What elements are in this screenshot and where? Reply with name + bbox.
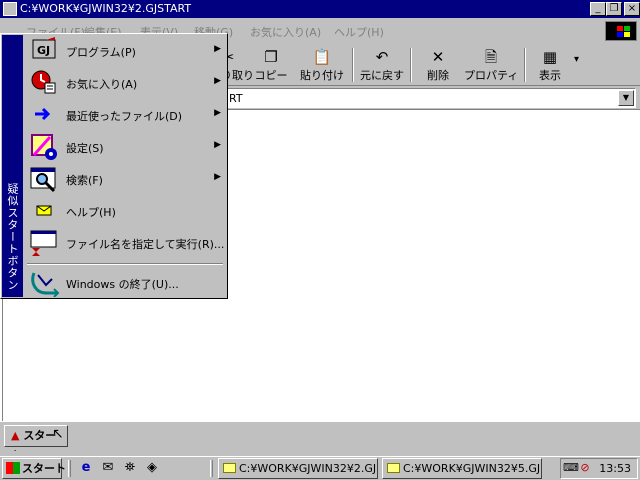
toolbar-grip[interactable]	[210, 460, 213, 477]
taskbar: スタート e ✉ ⛯ ◈ C:¥WORK¥GJWIN32¥2.GJ... C:¥…	[0, 456, 640, 480]
submenu-arrow-icon: ▶	[214, 76, 221, 86]
start-menu-banner: 疑似スタートボタン	[2, 35, 23, 297]
view-button[interactable]: ▦ 表示	[530, 46, 570, 84]
start-menu-separator	[27, 263, 223, 265]
address-dropdown-button[interactable]: ▼	[618, 90, 634, 106]
taskbar-window-5gj[interactable]: C:¥WORK¥GJWIN32¥5.GJ...	[382, 458, 542, 479]
taskbar-window-2gj[interactable]: C:¥WORK¥GJWIN32¥2.GJ...	[218, 458, 378, 479]
paste-icon: 📋	[312, 48, 332, 66]
help-icon	[30, 197, 58, 225]
address-value: RT	[229, 92, 243, 105]
documents-icon	[30, 101, 58, 129]
copy-icon: ❐	[264, 48, 278, 66]
outlook-express-icon[interactable]: ✉	[100, 460, 116, 476]
start-button[interactable]: スタート	[2, 458, 66, 479]
toolbar-grip[interactable]	[68, 460, 71, 477]
shutdown-icon	[30, 269, 60, 298]
run-icon	[30, 229, 58, 257]
system-tray: ⌨ ⊘ 13:53	[560, 458, 638, 479]
title-bar[interactable]: C:¥WORK¥GJWIN32¥2.GJSTART _ ❐ ×	[0, 0, 640, 18]
menu-help[interactable]: ヘルプ(H)	[334, 24, 384, 40]
start-menu: 疑似スタートボタン GJ プログラム(P) ▶ お気に入り(A) ▶ 最近使った…	[0, 33, 228, 299]
toolbar-separator	[524, 48, 526, 82]
find-icon	[30, 165, 58, 193]
triangle-up-icon: ▲	[11, 429, 20, 442]
svg-text:GJ: GJ	[37, 44, 50, 57]
clock[interactable]: 13:53	[599, 462, 631, 475]
menu-item-settings[interactable]: 設定(S) ▶	[25, 131, 225, 163]
window-title: C:¥WORK¥GJWIN32¥2.GJSTART	[20, 2, 192, 15]
toolbar-separator	[352, 48, 354, 82]
windows-logo-icon	[605, 21, 637, 41]
view-dropdown-icon[interactable]: ▾	[574, 54, 579, 65]
close-button[interactable]: ×	[624, 2, 640, 16]
submenu-arrow-icon: ▶	[214, 108, 221, 118]
maximize-button[interactable]: ❐	[606, 2, 622, 16]
windows-flag-icon	[6, 462, 20, 474]
undo-button[interactable]: ↶ 元に戻す	[358, 46, 406, 84]
paste-button[interactable]: 📋 貼り付け	[296, 46, 348, 84]
menu-item-recent-documents[interactable]: 最近使ったファイル(D) ▶	[25, 99, 225, 131]
inner-taskbar: ▲ スタート ↖	[0, 421, 640, 462]
folder-icon	[387, 463, 400, 473]
submenu-arrow-icon: ▶	[214, 172, 221, 182]
menu-item-favorites[interactable]: お気に入り(A) ▶	[25, 67, 225, 99]
copy-button[interactable]: ❐ コピー	[252, 46, 290, 84]
start-label: スタート	[22, 462, 66, 475]
submenu-arrow-icon: ▶	[214, 44, 221, 54]
menu-item-help[interactable]: ヘルプ(H)	[25, 195, 225, 227]
toolbar-separator	[410, 48, 412, 82]
folder-window-icon[interactable]	[3, 2, 17, 16]
menu-item-programs[interactable]: GJ プログラム(P) ▶	[25, 35, 225, 67]
submenu-arrow-icon: ▶	[214, 140, 221, 150]
menu-item-find[interactable]: 検索(F) ▶	[25, 163, 225, 195]
view-channels-icon[interactable]: ◈	[144, 460, 160, 476]
properties-button[interactable]: 🗎 プロパティ	[464, 46, 518, 84]
properties-icon: 🗎	[484, 48, 498, 66]
start-menu-banner-text: 疑似スタートボタン	[6, 183, 19, 291]
programs-icon: GJ	[30, 37, 58, 65]
minimize-button[interactable]: _	[590, 2, 606, 16]
mouse-cursor-icon: ↖	[52, 426, 64, 442]
ime-status-icon[interactable]: ⊘	[578, 461, 592, 475]
internet-explorer-icon[interactable]: e	[78, 460, 94, 476]
folder-icon	[223, 463, 236, 473]
settings-icon	[30, 133, 58, 161]
menu-item-run[interactable]: ファイル名を指定して実行(R)...	[25, 227, 225, 259]
input-method-icon[interactable]: ⌨	[563, 461, 579, 475]
delete-icon: ✕	[431, 48, 445, 66]
undo-icon: ↶	[375, 48, 389, 66]
menu-item-shutdown[interactable]: Windows の終了(U)...	[25, 267, 225, 299]
view-icon: ▦	[542, 48, 558, 66]
favorites-icon	[30, 69, 58, 97]
show-desktop-icon[interactable]: ⛯	[122, 460, 138, 476]
menu-favorites[interactable]: お気に入り(A)	[250, 24, 321, 40]
delete-button[interactable]: ✕ 削除	[418, 46, 458, 84]
